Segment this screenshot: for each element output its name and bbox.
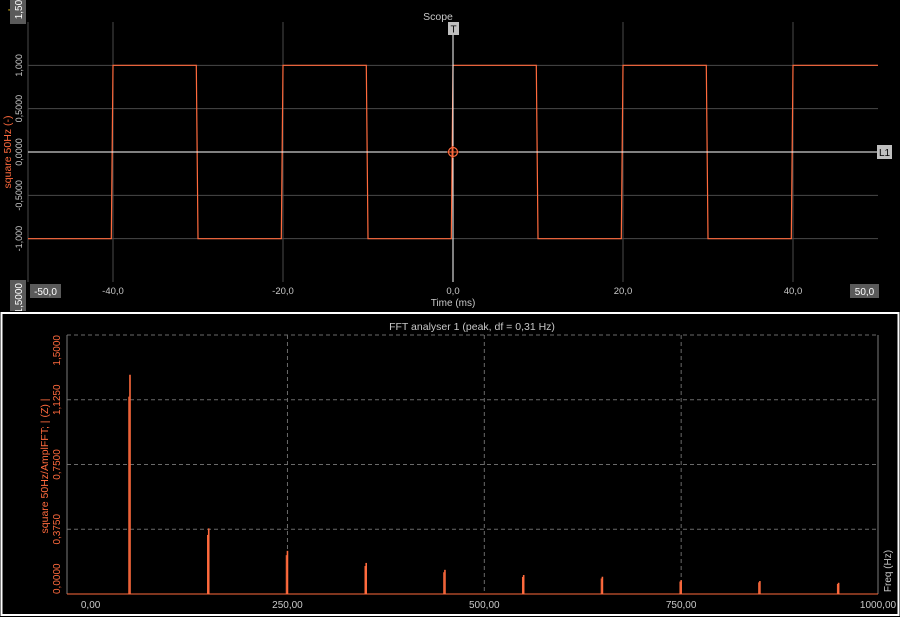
fft-y-tick-group: 0,3750 — [52, 514, 63, 545]
fft-background — [0, 311, 900, 617]
scope-y-tick-label: 1,5000 — [14, 0, 25, 19]
scope-y-tick-label: 0,5000 — [14, 95, 24, 123]
fft-y-tick-label: 0,7500 — [52, 449, 63, 480]
fft-y-tick-label: 1,5000 — [52, 335, 63, 366]
fft-y-tick-label: 1,1250 — [52, 384, 63, 415]
fft-chart[interactable]: FFT analyser 1 (peak, df = 0,31 Hz)0,000… — [0, 311, 900, 617]
scope-y-tick-group: -1,5000 — [10, 280, 26, 311]
fft-y-tick-label: 0,3750 — [52, 514, 63, 545]
scope-ylabel-group: square 50Hz (-) — [2, 116, 14, 189]
scope-y-tick-group: 0,5000 — [14, 95, 24, 123]
scope-x-tick-label: -20,0 — [272, 286, 294, 297]
fft-xlabel: Freq (Hz) — [883, 550, 894, 592]
fft-y-tick-group: 0,0000 — [52, 563, 63, 594]
fft-y-tick-group: 0,7500 — [52, 449, 63, 480]
scope-x-tick-label: 40,0 — [784, 286, 803, 297]
scope-cursor-t-label: T — [450, 25, 456, 36]
scope-x-max-label: 50,0 — [855, 287, 875, 298]
scope-x-tick-label: 20,0 — [614, 286, 633, 297]
scope-chart[interactable]: TL1TrigScope1,50001,0000,50000,0000-0,50… — [0, 0, 900, 311]
fft-x-tick-label: 250,00 — [272, 600, 303, 611]
fft-title: FFT analyser 1 (peak, df = 0,31 Hz) — [389, 321, 555, 333]
fft-x-tick-label: 0,00 — [81, 600, 101, 611]
fft-x-tick-label: 500,00 — [469, 600, 500, 611]
fft-ylabel: square 50Hz/AmplFFT; | (Z) | — [39, 399, 51, 534]
scope-y-tick-label: -1,5000 — [14, 283, 25, 311]
scope-ylabel: square 50Hz (-) — [2, 116, 14, 189]
scope-y-tick-label: 0,0000 — [14, 138, 24, 166]
scope-x-min-label: -50,0 — [34, 287, 57, 298]
scope-y-tick-group: -0,5000 — [14, 180, 24, 211]
scope-y-tick-group: 1,000 — [14, 54, 24, 77]
scope-x-tick-label: -40,0 — [102, 286, 124, 297]
fft-xlabel-group: Freq (Hz) — [883, 550, 894, 592]
fft-ylabel-group: square 50Hz/AmplFFT; | (Z) | — [39, 399, 51, 534]
scope-y-tick-label: -0,5000 — [14, 180, 24, 211]
scope-y-tick-group: 1,5000 — [10, 0, 26, 24]
scope-title: Scope — [423, 11, 453, 23]
fft-y-tick-group: 1,1250 — [52, 384, 63, 415]
scope-x-tick-label: 0,0 — [446, 286, 459, 297]
fft-y-tick-label: 0,0000 — [52, 563, 63, 594]
scope-cursor-l1-label: L1 — [879, 148, 891, 159]
fft-x-tick-label: 1000,00 — [860, 600, 897, 611]
fft-x-tick-label: 750,00 — [666, 600, 697, 611]
scope-y-tick-label: 1,000 — [14, 54, 24, 77]
app-root: TL1TrigScope1,50001,0000,50000,0000-0,50… — [0, 0, 900, 617]
scope-y-tick-label: -1,000 — [14, 226, 24, 252]
scope-y-tick-group: 0,0000 — [14, 138, 24, 166]
scope-xlabel: Time (ms) — [431, 298, 476, 309]
scope-y-tick-group: -1,000 — [14, 226, 24, 252]
fft-y-tick-group: 1,5000 — [52, 335, 63, 366]
